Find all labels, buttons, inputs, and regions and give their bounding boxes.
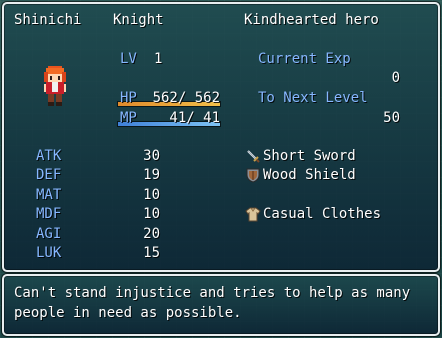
actor-sprite xyxy=(44,66,66,106)
next-level-value: 50 xyxy=(383,110,400,126)
param-value-mat: 10 xyxy=(143,187,160,203)
sword-icon xyxy=(247,150,260,163)
param-value-mdf: 10 xyxy=(143,206,160,222)
equip-name-weapon: Short Sword xyxy=(263,148,356,164)
profile-line-1: Can't stand injustice and tries to help … xyxy=(14,285,411,301)
hp-label: HP xyxy=(120,90,137,106)
actor-nickname: Kindhearted hero xyxy=(244,12,379,28)
current-exp-label: Current Exp xyxy=(258,51,351,67)
level-value: 1 xyxy=(154,51,163,67)
param-label-mdf: MDF xyxy=(36,206,62,222)
equip-name-shield: Wood Shield xyxy=(263,167,356,183)
actor-name: Shinichi xyxy=(14,12,82,28)
hp-value: 562/ 562 xyxy=(152,90,220,106)
param-label-mat: MAT xyxy=(36,187,62,203)
param-value-luk: 15 xyxy=(143,245,160,261)
param-value-agi: 20 xyxy=(143,226,160,242)
mp-label: MP xyxy=(120,110,137,126)
param-label-def: DEF xyxy=(36,167,62,183)
equip-name-body: Casual Clothes xyxy=(263,206,382,222)
shield-icon xyxy=(246,168,260,183)
current-exp-value: 0 xyxy=(391,70,400,86)
status-window xyxy=(2,2,440,272)
param-value-def: 19 xyxy=(143,167,160,183)
level-label: LV xyxy=(120,51,137,67)
next-level-label: To Next Level xyxy=(258,90,368,106)
clothes-icon xyxy=(245,207,261,222)
param-label-atk: ATK xyxy=(36,148,62,164)
profile-line-2: people in need as possible. xyxy=(14,305,242,321)
param-label-agi: AGI xyxy=(36,226,62,242)
actor-class: Knight xyxy=(113,12,164,28)
param-label-luk: LUK xyxy=(36,245,62,261)
param-value-atk: 30 xyxy=(143,148,160,164)
mp-value: 41/ 41 xyxy=(169,110,220,126)
